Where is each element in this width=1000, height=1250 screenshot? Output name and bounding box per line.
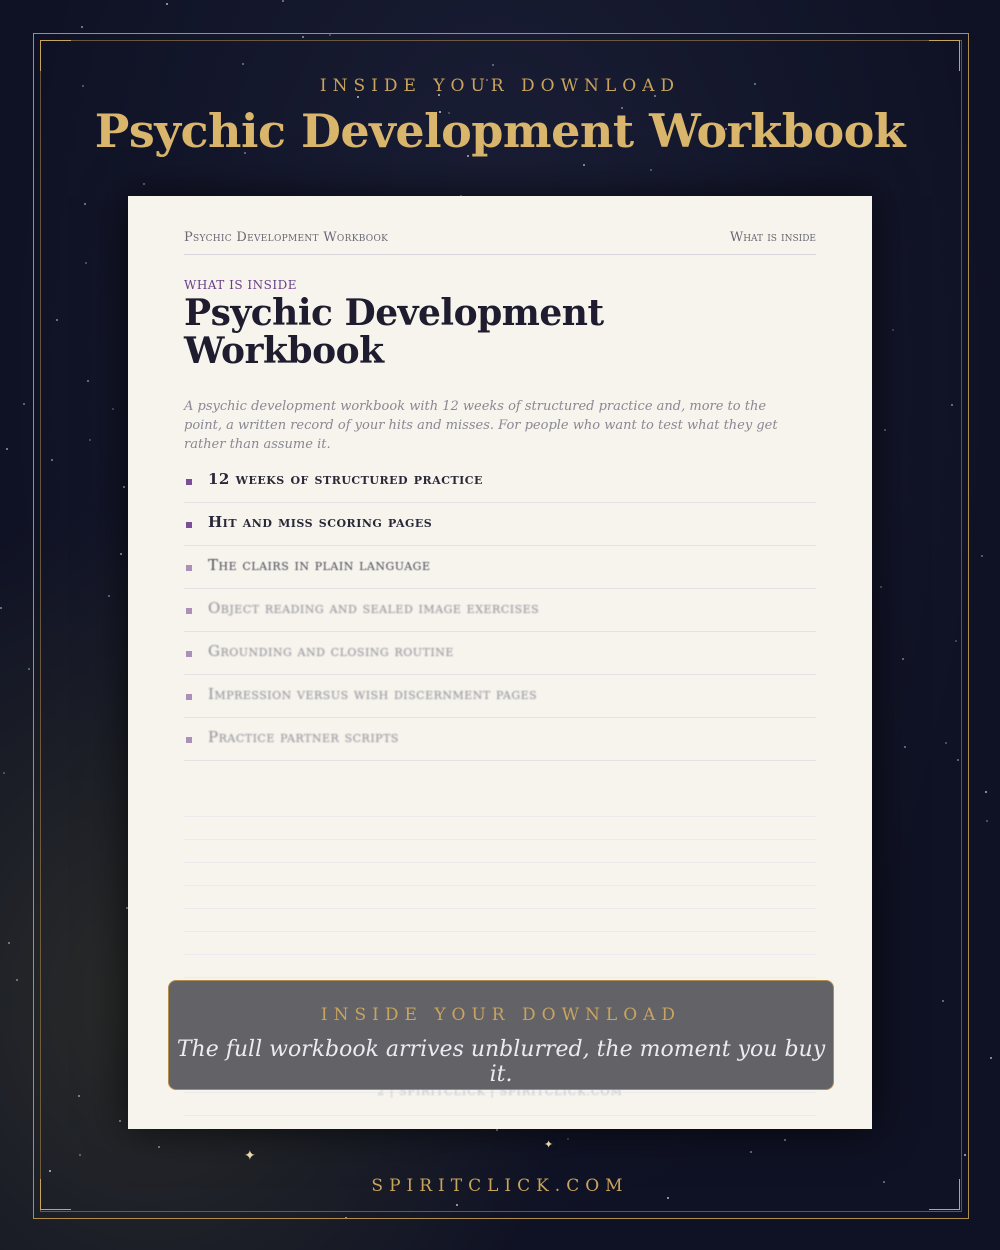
list-item-label: Grounding and closing routine bbox=[208, 642, 454, 660]
star-dot bbox=[166, 3, 168, 5]
sparkle-icon: ✦ bbox=[544, 1138, 554, 1151]
frame-corner-ornament bbox=[929, 40, 960, 71]
notice-message: The full workbook arrives unblurred, the… bbox=[176, 1037, 826, 1087]
page-header: Psychic Development Workbook What is ins… bbox=[184, 230, 816, 255]
star-dot bbox=[81, 26, 83, 28]
page-title: Psychic Development Workbook bbox=[184, 292, 604, 372]
list-item: 12 weeks of structured practice bbox=[184, 460, 816, 503]
square-bullet-icon bbox=[186, 522, 192, 528]
star-dot bbox=[23, 403, 25, 405]
list-item-label: Impression versus wish discernment pages bbox=[208, 685, 538, 703]
list-item-label: The clairs in plain language bbox=[208, 556, 431, 574]
star-dot bbox=[986, 820, 988, 822]
list-item-label: Hit and miss scoring pages bbox=[208, 513, 433, 531]
list-item: Grounding and closing routine bbox=[184, 632, 816, 675]
banner-title: Psychic Development Workbook bbox=[94, 104, 906, 158]
list-item: Hit and miss scoring pages bbox=[184, 503, 816, 546]
star-dot bbox=[981, 555, 983, 557]
square-bullet-icon bbox=[186, 694, 192, 700]
banner-eyebrow: INSIDE YOUR DOWNLOAD bbox=[319, 76, 681, 96]
frame-corner-ornament bbox=[40, 40, 71, 71]
notice-eyebrow: INSIDE YOUR DOWNLOAD bbox=[320, 1005, 682, 1025]
list-item: Impression versus wish discernment pages bbox=[184, 675, 816, 718]
page-header-title: Psychic Development Workbook bbox=[184, 230, 389, 245]
list-item: Practice partner scripts bbox=[184, 718, 816, 761]
star-dot bbox=[8, 942, 10, 944]
star-dot bbox=[6, 448, 8, 450]
star-dot bbox=[985, 791, 987, 793]
site-url: SPIRITCLICK.COM bbox=[371, 1176, 629, 1196]
contents-list: 12 weeks of structured practice Hit and … bbox=[184, 460, 816, 761]
list-item-label: Object reading and sealed image exercise… bbox=[208, 599, 540, 617]
star-dot bbox=[28, 668, 30, 670]
square-bullet-icon bbox=[186, 737, 192, 743]
star-dot bbox=[0, 607, 2, 609]
list-item: The clairs in plain language bbox=[184, 546, 816, 589]
square-bullet-icon bbox=[186, 608, 192, 614]
square-bullet-icon bbox=[186, 651, 192, 657]
star-dot bbox=[16, 979, 18, 981]
page-header-section: What is inside bbox=[729, 230, 816, 245]
unlock-notice: INSIDE YOUR DOWNLOAD The full workbook a… bbox=[168, 980, 834, 1090]
intro-paragraph: A psychic development workbook with 12 w… bbox=[184, 399, 778, 452]
list-item: Object reading and sealed image exercise… bbox=[184, 589, 816, 632]
star-dot bbox=[282, 0, 284, 2]
list-item-label: Practice partner scripts bbox=[208, 728, 399, 746]
list-item-label: 12 weeks of structured practice bbox=[208, 470, 483, 488]
sparkle-icon: ✦ bbox=[244, 1148, 256, 1164]
star-dot bbox=[3, 772, 5, 774]
square-bullet-icon bbox=[186, 565, 192, 571]
star-dot bbox=[990, 1057, 992, 1059]
square-bullet-icon bbox=[186, 479, 192, 485]
section-label: WHAT IS INSIDE bbox=[184, 278, 297, 292]
